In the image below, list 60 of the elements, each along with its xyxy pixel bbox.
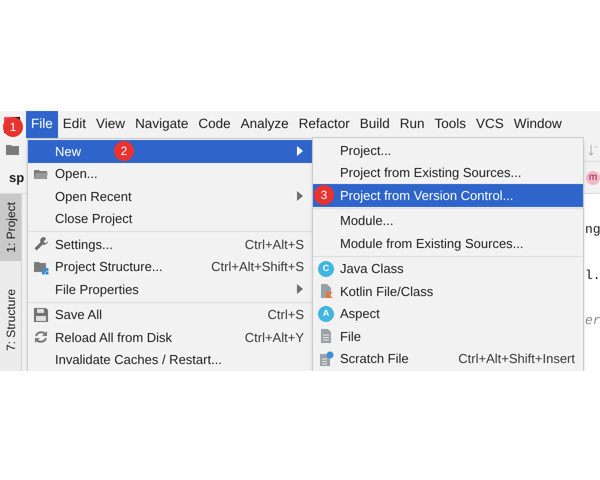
submenu-arrow-icon [296,284,304,294]
menu-bar-item[interactable]: File [26,111,58,138]
code-text: ng [585,221,600,239]
menu-item[interactable]: Scratch File Ctrl+Alt+Shift+Insert [313,348,583,370]
menu-item[interactable]: Invalidate Caches / Restart... [28,348,312,371]
folder-icon [5,143,21,157]
shortcut-text: Ctrl+S [268,306,304,324]
shortcut-text: Ctrl+Alt+S [244,236,304,254]
menu-item[interactable]: A Aspect [313,302,583,325]
menu-item[interactable]: Project from Existing Sources... [313,162,583,184]
tool-window-tab[interactable]: 7: Structure [0,280,21,359]
menu-item[interactable]: Reload All from Disk Ctrl+Alt+Y [28,326,312,348]
menu-item[interactable]: Save All Ctrl+S [28,304,312,326]
menu-bar-item[interactable]: VCS [471,111,509,138]
wrench-icon [33,236,49,252]
menu-bar-item[interactable]: Run [394,111,430,138]
editor-tab[interactable]: sp [9,168,24,188]
menu-bar-item[interactable]: Window [508,111,567,138]
menu-item[interactable]: Close Project [28,208,312,230]
menu-item[interactable]: Module... [313,210,583,232]
menu-item[interactable]: Module from Existing Sources... [313,232,583,254]
submenu-arrow-icon [296,146,304,156]
menu-item[interactable]: 3 Project from Version Control... [313,184,583,206]
menu-bar-item[interactable]: View [91,111,130,138]
menu-item[interactable]: C Java Class [313,258,583,280]
class-icon: C [318,260,334,277]
menu-item[interactable]: Kotlin File/Class [313,280,583,302]
submenu-arrow-icon [296,191,304,202]
file-icon [318,328,334,344]
menu-bar-item[interactable]: Tools [430,111,472,138]
code-text: er [585,312,600,330]
menu-item[interactable]: Open... [28,162,312,185]
module-badge: m [586,170,600,184]
step-badge: 3 [314,185,334,205]
menu-bar-item[interactable]: Build [354,111,395,138]
step-badge: 2 [114,141,134,161]
menu-bar-item[interactable]: Edit [58,111,92,138]
scratch-file-icon [318,350,334,367]
kotlin-file-icon [318,283,334,300]
menu-item[interactable]: Project... [313,139,583,162]
menu-bar-item[interactable]: Refactor [294,111,355,138]
menu-bar-item[interactable]: Code [193,111,236,138]
shortcut-text: Ctrl+Alt+Y [244,328,304,346]
class-icon: A [318,306,334,322]
save-icon [33,306,49,323]
menu-item[interactable]: New 2 [28,140,312,162]
menu-item[interactable]: Settings... Ctrl+Alt+S [28,233,312,256]
menu-item[interactable]: Project Structure... Ctrl+Alt+Shift+S [28,256,312,278]
menu-item[interactable]: Open Recent [28,185,312,208]
sort-icon [588,144,598,156]
shortcut-text: Ctrl+Alt+Shift+Insert [458,350,575,368]
menu-bar-item[interactable]: Analyze [236,111,294,138]
tool-window-tab[interactable]: 1: Project [0,194,21,261]
menu-bar-item[interactable]: Navigate [130,111,194,138]
reload-icon [33,329,49,346]
shortcut-text: Ctrl+Alt+Shift+S [211,258,304,276]
menu-item[interactable]: File [313,325,583,348]
step-badge: 1 [3,117,23,137]
menu-item[interactable]: File Properties [28,278,312,300]
code-text: l. [585,266,600,284]
